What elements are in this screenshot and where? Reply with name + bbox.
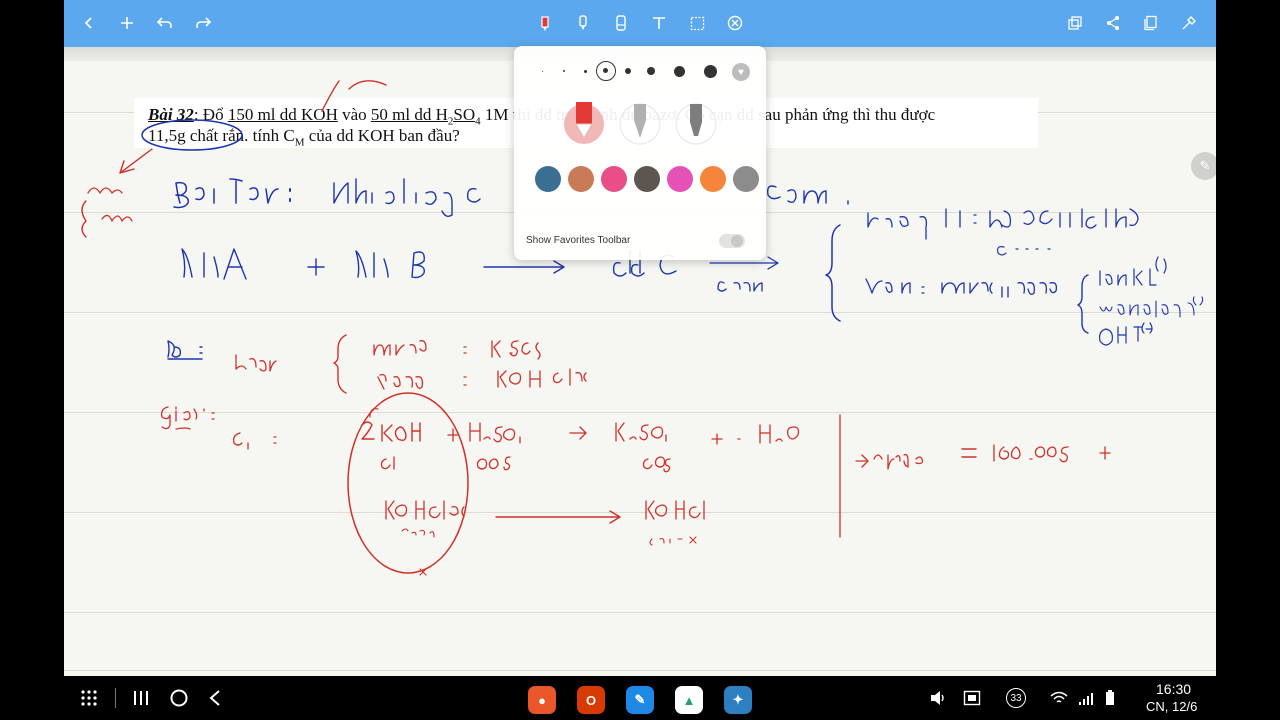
pen-size-option[interactable] (669, 61, 689, 81)
back-icon[interactable] (204, 688, 226, 708)
pen-icon[interactable] (532, 10, 558, 36)
pen-settings-popup: ♥ Show Favorites Toolbar (514, 46, 766, 260)
share-icon[interactable] (1100, 10, 1126, 36)
home-icon[interactable] (168, 688, 190, 708)
status-time: 16:30 (1156, 681, 1192, 697)
top-toolbar (64, 0, 1216, 47)
pen-size-option[interactable] (700, 61, 720, 81)
pages-icon[interactable] (1138, 10, 1164, 36)
settings-icon[interactable] (1176, 10, 1202, 36)
pen-size-option[interactable] (532, 61, 552, 81)
selection-icon[interactable] (684, 10, 710, 36)
pen-size-dot (703, 64, 717, 78)
back-chevron-icon[interactable] (76, 10, 102, 36)
screen-recorder-icon[interactable]: ● (528, 686, 556, 714)
notes-app: Bài 32: Đổ 150 ml dd KOH vào 50 ml dd H2… (64, 0, 1216, 676)
undo-icon[interactable] (152, 10, 178, 36)
pen-size-dot (647, 67, 655, 75)
fineliner-pen-option[interactable] (675, 103, 717, 145)
pen-size-dot (625, 68, 631, 74)
pen-app-icon[interactable]: ✎ (626, 686, 654, 714)
drive-icon[interactable]: ▲ (675, 686, 703, 714)
highlighter-icon[interactable] (570, 10, 596, 36)
device-screen: Bài 32: Đổ 150 ml dd KOH vào 50 ml dd H2… (0, 0, 1280, 720)
recents-icon[interactable] (130, 688, 152, 708)
fountain-pen-option[interactable] (564, 102, 604, 144)
pen-color-swatch[interactable] (700, 166, 726, 192)
office-icon[interactable]: O (577, 686, 605, 714)
screen-capture-icon[interactable] (962, 688, 982, 708)
apps-grid-icon[interactable] (78, 688, 100, 708)
pen-size-option[interactable] (596, 61, 616, 81)
eraser-icon[interactable] (608, 10, 634, 36)
pen-size-dot (541, 70, 543, 72)
pen-color-swatch[interactable] (733, 166, 759, 192)
redo-icon[interactable] (190, 10, 216, 36)
copy-icon[interactable] (1062, 10, 1088, 36)
volume-icon[interactable] (928, 688, 948, 708)
pen-size-dot (563, 70, 565, 72)
pen-style-row (564, 102, 717, 145)
pen-size-option[interactable] (618, 61, 638, 81)
favorite-pen-icon[interactable]: ♥ (732, 63, 750, 81)
text-icon[interactable] (646, 10, 672, 36)
pen-size-option[interactable] (554, 61, 574, 81)
signal-icon (1076, 688, 1096, 708)
favorites-toolbar-toggle[interactable] (719, 234, 745, 248)
pen-color-swatch[interactable] (601, 166, 627, 192)
close-tool-icon[interactable] (722, 10, 748, 36)
pen-size-dot (603, 68, 608, 73)
pen-size-dot (673, 65, 685, 77)
battery-icon (1102, 688, 1118, 708)
nav-divider (115, 688, 116, 708)
pen-color-swatch[interactable] (667, 166, 693, 192)
system-navigation-bar: ● O ✎ ▲ ✦ 33 (0, 676, 1280, 720)
pen-size-option[interactable] (575, 61, 595, 81)
status-date: CN, 12/6 (1146, 699, 1198, 714)
pen-color-swatch[interactable] (535, 166, 561, 192)
wifi-icon (1048, 688, 1070, 708)
pen-size-dot (583, 69, 587, 73)
favorites-toolbar-label: Show Favorites Toolbar (526, 235, 631, 246)
pen-color-swatch[interactable] (568, 166, 594, 192)
pen-color-swatch[interactable] (634, 166, 660, 192)
add-icon[interactable] (114, 10, 140, 36)
globe-app-icon[interactable]: ✦ (724, 686, 752, 714)
ballpoint-pen-option[interactable] (619, 103, 661, 145)
pen-size-option[interactable] (641, 61, 661, 81)
edit-fab-icon[interactable]: ✎ (1191, 152, 1216, 180)
notification-badge[interactable]: 33 (1006, 688, 1026, 708)
